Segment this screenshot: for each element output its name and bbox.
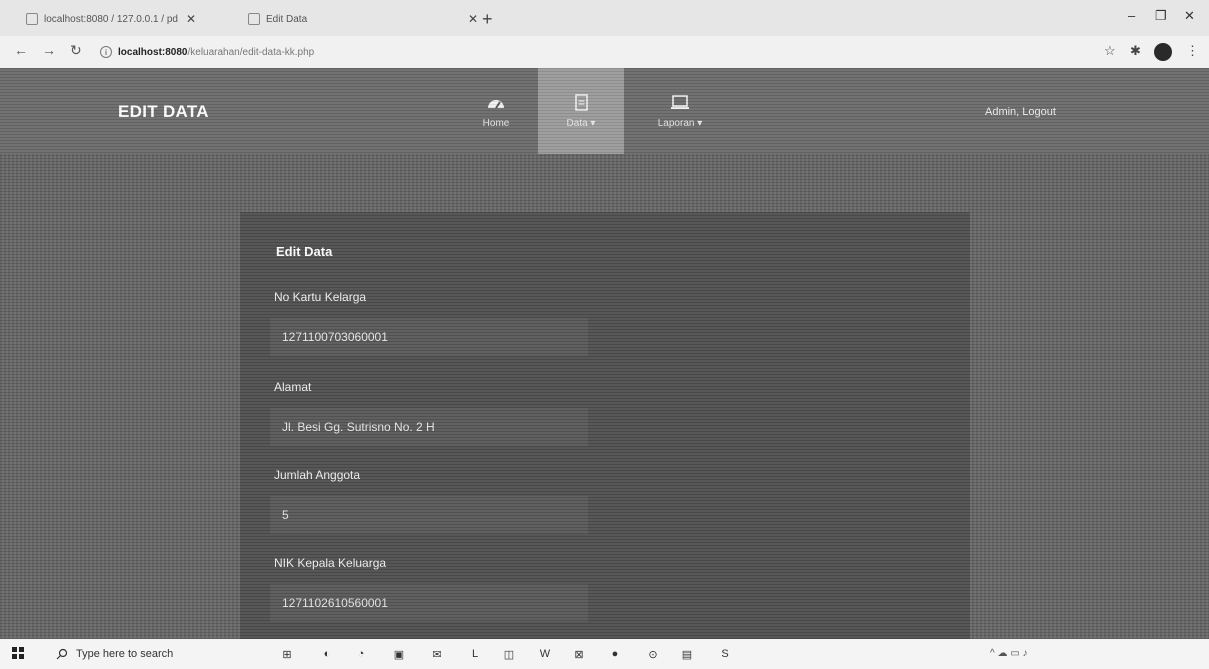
label-jumlah-anggota: Jumlah Anggota	[274, 468, 361, 482]
profile-avatar[interactable]	[1154, 43, 1172, 61]
edit-form-panel: Edit Data No Kartu Kelarga 1271100703060…	[240, 212, 970, 652]
shield-app-icon[interactable]: ◫	[500, 645, 518, 663]
nav-home-label: Home	[482, 117, 510, 129]
url-host: localhost:8080	[118, 46, 188, 58]
label-nik-kepala-keluarga: NIK Kepala Keluarga	[274, 556, 387, 570]
chrome-icon[interactable]: ●	[606, 645, 624, 663]
tab-favicon-icon	[26, 13, 38, 25]
reload-icon[interactable]: ↻	[70, 42, 82, 59]
browser-tab-bar: localhost:8080 / 127.0.0.1 / pd ✕ Edit D…	[0, 0, 1209, 36]
tab-label: Edit Data	[266, 13, 308, 25]
word-icon[interactable]: W	[536, 645, 554, 663]
wifi-app-icon[interactable]: ◔	[352, 645, 370, 663]
close-tab-icon[interactable]: ✕	[186, 12, 196, 26]
tab-favicon-icon	[248, 13, 260, 25]
jumlah-anggota-input[interactable]: 5	[270, 496, 588, 534]
maximize-icon[interactable]: ❐	[1155, 8, 1167, 24]
label-no-kartu-keluarga: No Kartu Kelarga	[274, 290, 367, 304]
nik-kepala-keluarga-input[interactable]: 1271102610560001	[270, 584, 588, 622]
no-kartu-keluarga-input[interactable]: 1271100703060001	[270, 318, 588, 356]
form-title: Edit Data	[276, 244, 333, 259]
url-path: /keluarahan/edit-data-kk.php	[187, 46, 315, 58]
task-view-icon[interactable]: ⊞	[278, 645, 296, 663]
page-title: EDIT DATA	[118, 102, 209, 121]
close-window-icon[interactable]: ✕	[1184, 8, 1195, 24]
taskbar-search[interactable]: Type here to search	[56, 645, 276, 663]
url-input[interactable]: i localhost:8080 /keluarahan/edit-data-k…	[100, 41, 1080, 63]
laptop-icon	[671, 94, 689, 109]
admin-logout-link[interactable]: Admin, Logout	[985, 106, 1056, 118]
photo-app-icon[interactable]: ▤	[678, 645, 696, 663]
extensions-icon[interactable]: ✱	[1130, 43, 1141, 59]
nav-laporan-label: Laporan ▾	[657, 117, 703, 129]
search-placeholder: Type here to search	[76, 648, 174, 660]
document-icon	[575, 93, 588, 111]
system-tray-icons[interactable]: ^ ☁ ▭ ♪	[990, 648, 1027, 659]
mail-icon[interactable]: ✉	[428, 645, 446, 663]
bookmark-star-icon[interactable]: ☆	[1104, 43, 1116, 59]
info-icon[interactable]: i	[100, 46, 112, 58]
browser-address-bar: ← → ↻ i localhost:8080 /keluarahan/edit-…	[0, 36, 1209, 68]
store-icon[interactable]: ▣	[390, 645, 408, 663]
screen: localhost:8080 / 127.0.0.1 / pd ✕ Edit D…	[0, 0, 1209, 669]
nav-home[interactable]: Home	[468, 68, 524, 154]
app-page: EDIT DATA Home Data ▾ Laporan ▾ Admin, L…	[0, 68, 1209, 652]
label-alamat: Alamat	[274, 380, 312, 394]
windows-taskbar: Type here to search ⊞ ◐ ◔ ▣ ✉ L ◫ W ⊠ ● …	[0, 639, 1209, 669]
dashboard-icon	[488, 99, 504, 109]
tab-label: localhost:8080 / 127.0.0.1 / pd	[44, 13, 178, 25]
excel-icon[interactable]: ⊠	[570, 645, 588, 663]
sublime-icon[interactable]: S	[716, 645, 734, 663]
browser-tab-phpmyadmin[interactable]: localhost:8080 / 127.0.0.1 / pd ✕	[26, 6, 241, 32]
alamat-input[interactable]: Jl. Besi Gg. Sutrisno No. 2 H	[270, 408, 588, 446]
back-arrow-icon[interactable]: ←	[14, 42, 28, 58]
search-icon	[56, 648, 68, 660]
browser-tab-edit-data[interactable]: Edit Data ✕	[248, 6, 478, 32]
new-tab-button[interactable]: +	[482, 9, 493, 30]
settings-icon[interactable]: ⊙	[644, 645, 662, 663]
edge-icon[interactable]: ◐	[318, 645, 336, 663]
browser-menu-icon[interactable]: ⋮	[1186, 43, 1199, 59]
minimize-icon[interactable]: –	[1128, 8, 1135, 23]
l-app-icon[interactable]: L	[466, 645, 484, 663]
nav-data-label: Data ▾	[566, 117, 596, 129]
close-tab-icon[interactable]: ✕	[468, 12, 478, 26]
app-header: EDIT DATA Home Data ▾ Laporan ▾ Admin, L…	[0, 68, 1209, 154]
nav-data[interactable]: Data ▾	[538, 68, 624, 154]
forward-arrow-icon[interactable]: →	[42, 42, 56, 58]
windows-start-icon[interactable]	[12, 647, 24, 659]
nav-laporan[interactable]: Laporan ▾	[640, 68, 720, 154]
